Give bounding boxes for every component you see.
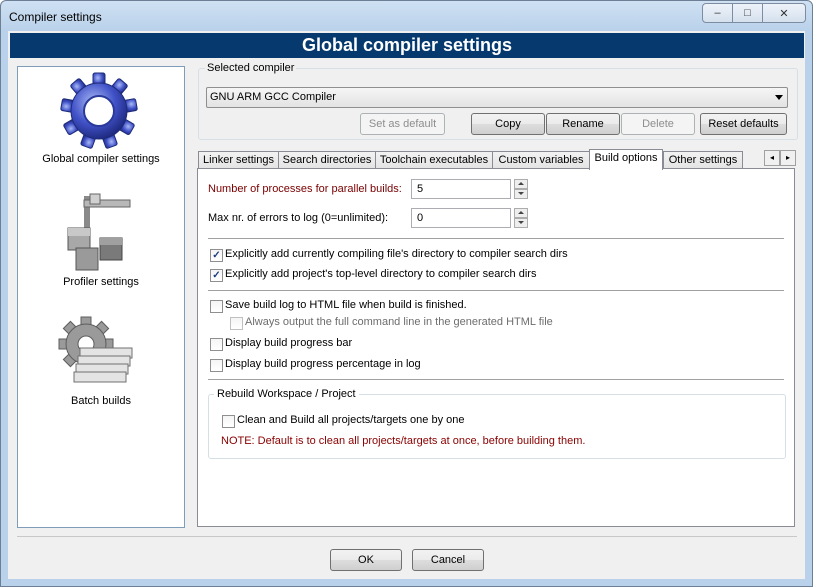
sidebar-item-batch-builds[interactable]: Batch builds — [18, 312, 184, 412]
max-errors-input[interactable]: 0 — [411, 208, 511, 228]
sidebar-item-label: Global compiler settings — [42, 153, 160, 165]
copy-button[interactable]: Copy — [471, 113, 545, 135]
tab-build-options[interactable]: Build options — [589, 149, 663, 170]
checkbox-clean-build-one-by-one-label: Clean and Build all projects/targets one… — [237, 414, 465, 426]
compiler-dropdown[interactable]: GNU ARM GCC Compiler — [206, 87, 788, 108]
page-title: Global compiler settings — [10, 33, 804, 58]
batch-builds-icon — [58, 316, 133, 383]
sidebar-item-global-compiler[interactable]: Global compiler settings — [18, 67, 184, 172]
sidebar-item-profiler[interactable]: Profiler settings — [18, 187, 184, 292]
window-title: Compiler settings — [9, 10, 102, 24]
build-options-panel: Number of processes for parallel builds:… — [197, 168, 795, 527]
tab-scroll-right-icon[interactable]: ▸ — [780, 150, 796, 166]
tab-toolchain-executables[interactable]: Toolchain executables — [375, 151, 493, 169]
parallel-builds-label: Number of processes for parallel builds: — [208, 183, 402, 195]
tab-search-directories[interactable]: Search directories — [278, 151, 376, 169]
max-errors-label: Max nr. of errors to log (0=unlimited): — [208, 212, 389, 224]
parallel-builds-value: 5 — [417, 183, 424, 195]
spin-up-icon[interactable] — [514, 179, 528, 189]
cancel-button[interactable]: Cancel — [412, 549, 484, 571]
title-bar[interactable]: Compiler settings – □ ✕ — [1, 1, 812, 31]
checkbox-progress-percentage-label: Display build progress percentage in log — [225, 358, 421, 370]
parallel-builds-stepper[interactable] — [514, 179, 528, 199]
reset-defaults-button[interactable]: Reset defaults — [700, 113, 787, 135]
tab-other-settings[interactable]: Other settings — [663, 151, 743, 169]
tab-scroll-left-icon[interactable]: ◂ — [764, 150, 780, 166]
parallel-builds-input[interactable]: 5 — [411, 179, 511, 199]
checkbox-add-file-dir-label: Explicitly add currently compiling file'… — [225, 248, 568, 260]
chevron-down-icon — [775, 95, 783, 100]
max-errors-stepper[interactable] — [514, 208, 528, 228]
spin-down-icon[interactable] — [514, 189, 528, 199]
tab-linker-settings[interactable]: Linker settings — [198, 151, 279, 169]
rebuild-workspace-label: Rebuild Workspace / Project — [214, 388, 359, 400]
set-as-default-button[interactable]: Set as default — [360, 113, 445, 135]
gear-icon — [60, 72, 138, 149]
compiler-settings-window: Compiler settings – □ ✕ Global compiler … — [0, 0, 813, 587]
checkbox-progress-bar[interactable] — [210, 338, 223, 351]
profiler-icon — [67, 193, 131, 271]
divider — [208, 379, 784, 380]
checkbox-progress-bar-label: Display build progress bar — [225, 337, 353, 349]
minimize-button[interactable]: – — [702, 3, 733, 23]
maximize-button[interactable]: □ — [733, 3, 763, 23]
settings-category-list[interactable]: Global compiler settings Profiler settin… — [17, 66, 185, 528]
rebuild-note: NOTE: Default is to clean all projects/t… — [221, 435, 586, 447]
checkbox-add-project-dir[interactable]: ✓ — [210, 269, 223, 282]
divider — [208, 238, 784, 239]
dialog-client-area: Global compiler settings Global compiler… — [8, 31, 805, 579]
divider — [208, 290, 784, 291]
checkbox-add-file-dir[interactable]: ✓ — [210, 249, 223, 262]
tab-custom-variables[interactable]: Custom variables — [492, 151, 590, 169]
checkbox-save-html-log[interactable] — [210, 300, 223, 313]
rebuild-workspace-group: Rebuild Workspace / Project Clean and Bu… — [208, 388, 786, 459]
ok-button[interactable]: OK — [330, 549, 402, 571]
close-button[interactable]: ✕ — [763, 3, 806, 23]
max-errors-value: 0 — [417, 212, 424, 224]
checkbox-clean-build-one-by-one[interactable] — [222, 415, 235, 428]
caption-buttons: – □ ✕ — [702, 3, 806, 23]
sidebar-item-label: Batch builds — [71, 395, 131, 407]
spin-up-icon[interactable] — [514, 208, 528, 218]
checkbox-add-project-dir-label: Explicitly add project's top-level direc… — [225, 268, 537, 280]
sidebar-item-label: Profiler settings — [63, 276, 139, 288]
checkbox-save-html-log-label: Save build log to HTML file when build i… — [225, 299, 467, 311]
checkbox-progress-percentage[interactable] — [210, 359, 223, 372]
selected-compiler-label: Selected compiler — [205, 62, 297, 74]
divider — [17, 536, 797, 537]
rename-button[interactable]: Rename — [546, 113, 620, 135]
checkbox-full-command-line-label: Always output the full command line in t… — [245, 316, 553, 328]
compiler-dropdown-value: GNU ARM GCC Compiler — [210, 91, 336, 103]
checkbox-full-command-line[interactable] — [230, 317, 243, 330]
delete-button[interactable]: Delete — [621, 113, 695, 135]
spin-down-icon[interactable] — [514, 218, 528, 228]
